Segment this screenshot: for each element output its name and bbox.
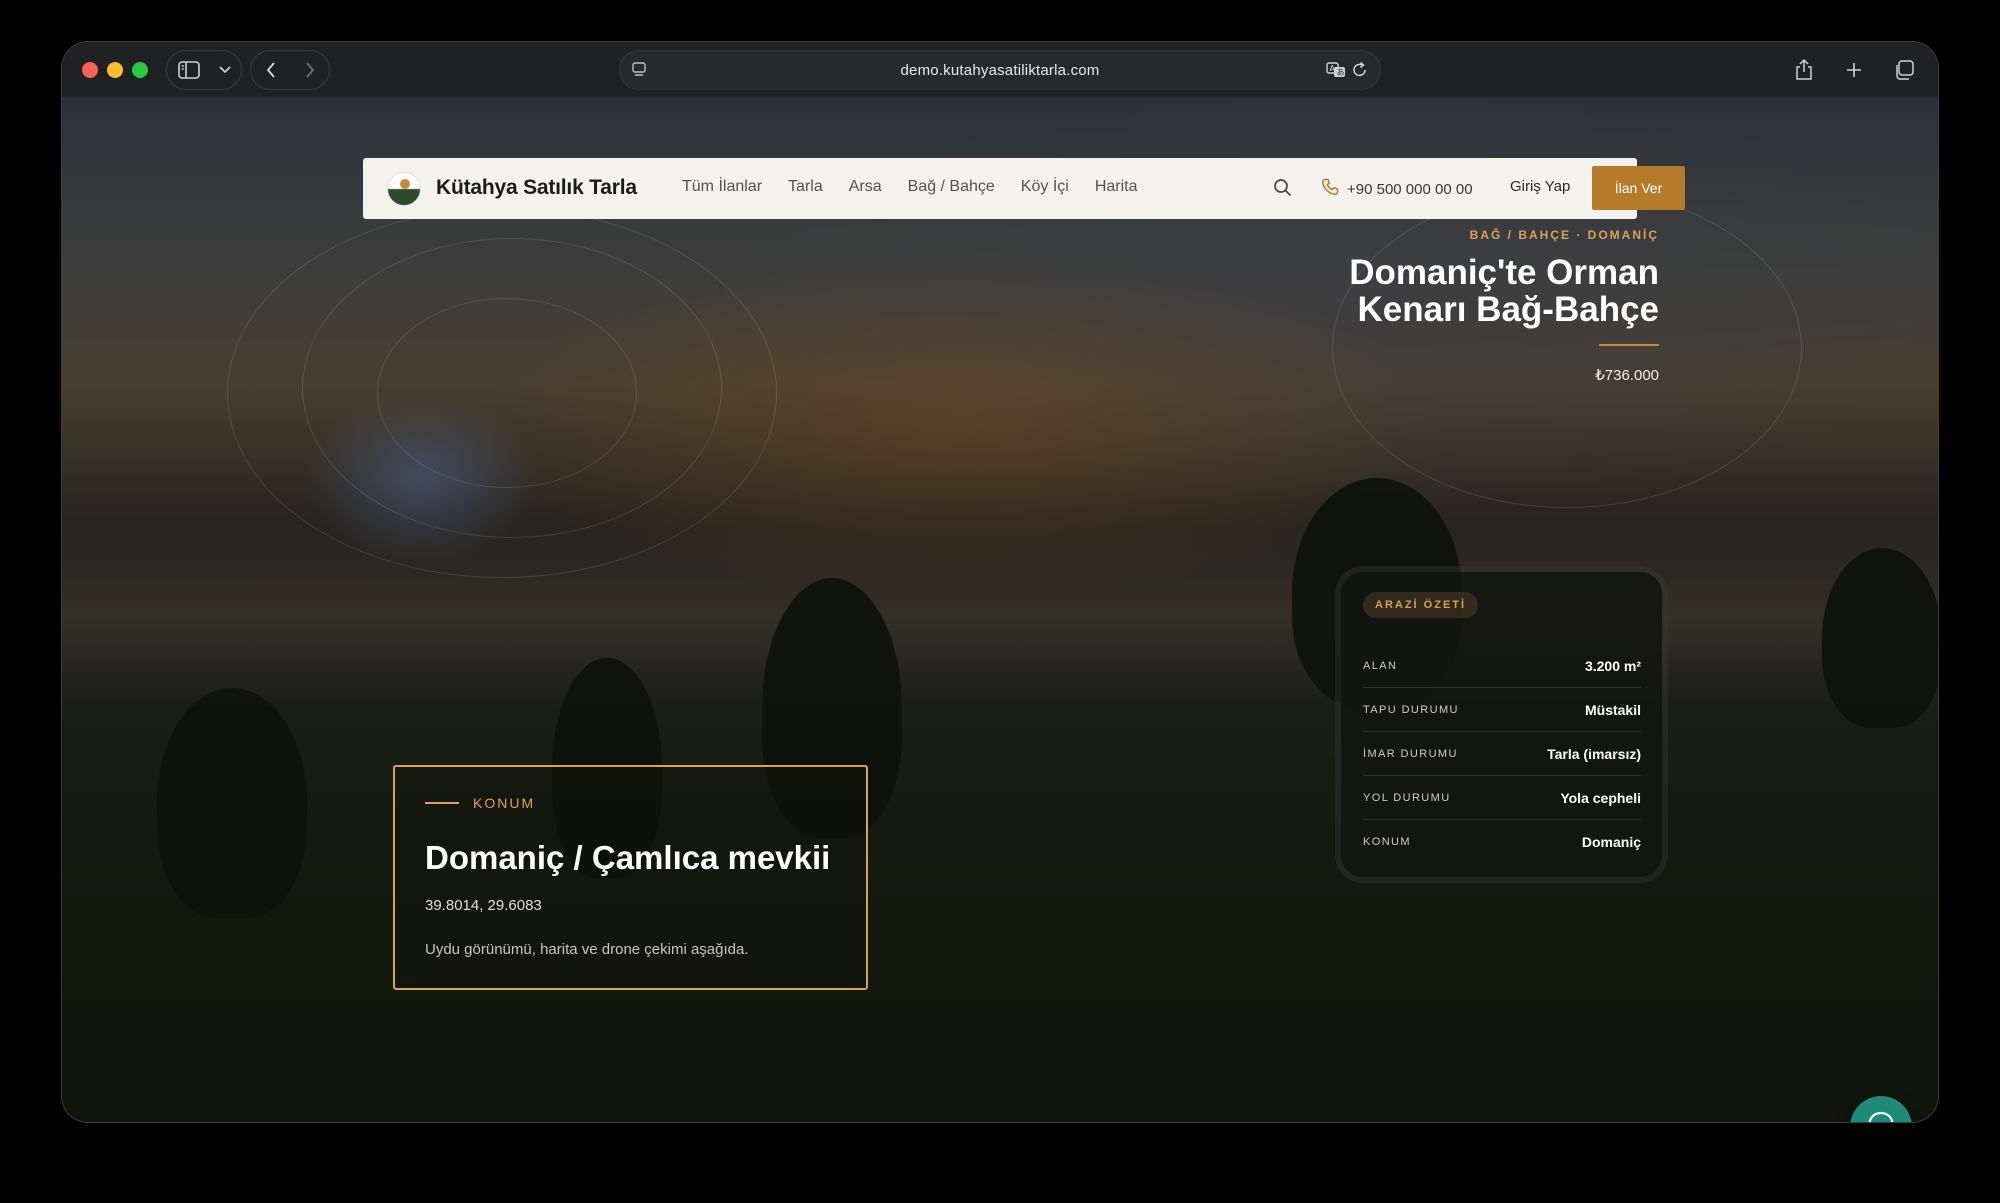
nav-link-village[interactable]: Köy İçi	[1021, 178, 1069, 196]
url-text: demo.kutahyasatiliktarla.com	[900, 61, 1100, 79]
location-title: Domaniç / Çamlıca mevkii	[425, 839, 831, 876]
forward-arrow-icon[interactable]	[291, 51, 329, 89]
summary-value: Müstakil	[1584, 701, 1641, 718]
nav-links: Tüm İlanlar Tarla Arsa Bağ / Bahçe Köy İ…	[682, 178, 1138, 196]
location-description: Uydu görünümü, harita ve drone çekimi aş…	[425, 941, 749, 958]
site-navbar: Kütahya Satılık Tarla Tüm İlanlar Tarla …	[363, 158, 1685, 219]
svg-text:あ: あ	[1337, 68, 1345, 77]
location-card: KONUM Domaniç / Çamlıca mevkii 39.8014, …	[393, 765, 868, 990]
page-settings-icon[interactable]	[632, 62, 646, 83]
translate-icon[interactable]: Aあ	[1326, 61, 1346, 84]
page-title-line: Domaniç'te Orman	[1349, 253, 1659, 292]
page-viewport: Kütahya Satılık Tarla Tüm İlanlar Tarla …	[62, 98, 1938, 1122]
summary-row: ALAN 3.200 m²	[1363, 644, 1641, 688]
summary-row: İMAR DURUMU Tarla (imarsız)	[1363, 732, 1641, 776]
reload-icon[interactable]	[1352, 61, 1368, 84]
browser-window: demo.kutahyasatiliktarla.com Aあ Kütahya …	[62, 42, 1938, 1122]
summary-label: YOL DURUMU	[1363, 791, 1451, 804]
land-summary-card: ARAZİ ÖZETİ ALAN 3.200 m² TAPU DURUMU Mü…	[1341, 572, 1662, 877]
hero-category: BAĞ / BAHÇE · DOMANİÇ	[1469, 228, 1659, 242]
hero-title-block: BAĞ / BAHÇE · DOMANİÇ Domaniç'te Orman K…	[1349, 228, 1659, 384]
summary-value: Yola cepheli	[1560, 789, 1641, 806]
hero-divider	[1599, 344, 1659, 346]
summary-row: YOL DURUMU Yola cepheli	[1363, 776, 1641, 820]
summary-label: İMAR DURUMU	[1363, 747, 1458, 760]
summary-row: KONUM Domaniç	[1363, 820, 1641, 864]
nav-link-map[interactable]: Harita	[1095, 178, 1138, 196]
phone-number: +90 500 000 00 00	[1347, 180, 1473, 198]
chevron-down-icon[interactable]	[211, 51, 239, 89]
page-title: Domaniç'te Orman Kenarı Bağ-Bahçe	[1349, 254, 1659, 328]
login-link[interactable]: Giriş Yap	[1510, 178, 1570, 195]
summary-badge: ARAZİ ÖZETİ	[1363, 592, 1479, 618]
nav-link-plot[interactable]: Arsa	[849, 178, 882, 196]
address-bar[interactable]: demo.kutahyasatiliktarla.com Aあ	[619, 50, 1381, 90]
location-kicker-label: KONUM	[473, 795, 536, 811]
nav-link-all-listings[interactable]: Tüm İlanlar	[682, 178, 762, 196]
search-icon[interactable]	[1273, 178, 1292, 202]
plus-icon[interactable]	[1834, 50, 1874, 90]
summary-value: Domaniç	[1581, 834, 1641, 850]
browser-toolbar: demo.kutahyasatiliktarla.com Aあ	[62, 42, 1938, 98]
location-kicker: KONUM	[425, 795, 535, 811]
history-nav-group	[250, 50, 330, 90]
nav-link-field[interactable]: Tarla	[788, 178, 823, 196]
kicker-line	[425, 802, 459, 804]
summary-label: KONUM	[1363, 836, 1411, 848]
post-listing-button[interactable]: İlan Ver	[1592, 166, 1685, 210]
decorative-ring	[377, 298, 637, 488]
chat-bubble-icon	[1866, 1110, 1896, 1122]
phone-link[interactable]: +90 500 000 00 00	[1321, 178, 1473, 200]
back-arrow-icon[interactable]	[251, 51, 291, 89]
logo-icon[interactable]	[387, 172, 421, 206]
summary-label: TAPU DURUMU	[1363, 703, 1459, 716]
summary-value: Tarla (imarsız)	[1547, 745, 1641, 762]
nav-link-vineyard[interactable]: Bağ / Bahçe	[908, 178, 995, 196]
sidebar-toggle-group	[166, 50, 242, 90]
page-title-line: Kenarı Bağ-Bahçe	[1357, 290, 1659, 329]
tabs-overview-icon[interactable]	[1884, 50, 1924, 90]
sidebar-icon[interactable]	[167, 51, 211, 89]
site-brand[interactable]: Kütahya Satılık Tarla	[436, 176, 637, 200]
share-icon[interactable]	[1784, 50, 1824, 90]
location-coordinates: 39.8014, 29.6083	[425, 897, 542, 914]
summary-row: TAPU DURUMU Müstakil	[1363, 688, 1641, 732]
phone-icon	[1321, 178, 1339, 200]
summary-value: 3.200 m²	[1584, 657, 1641, 674]
summary-label: ALAN	[1363, 659, 1398, 672]
summary-list: ALAN 3.200 m² TAPU DURUMU Müstakil İMAR …	[1363, 644, 1641, 864]
minimize-window-button[interactable]	[107, 62, 123, 78]
toolbar-actions	[1784, 50, 1924, 90]
zoom-window-button[interactable]	[132, 62, 148, 78]
listing-price: ₺736.000	[1595, 367, 1659, 384]
close-window-button[interactable]	[82, 62, 98, 78]
